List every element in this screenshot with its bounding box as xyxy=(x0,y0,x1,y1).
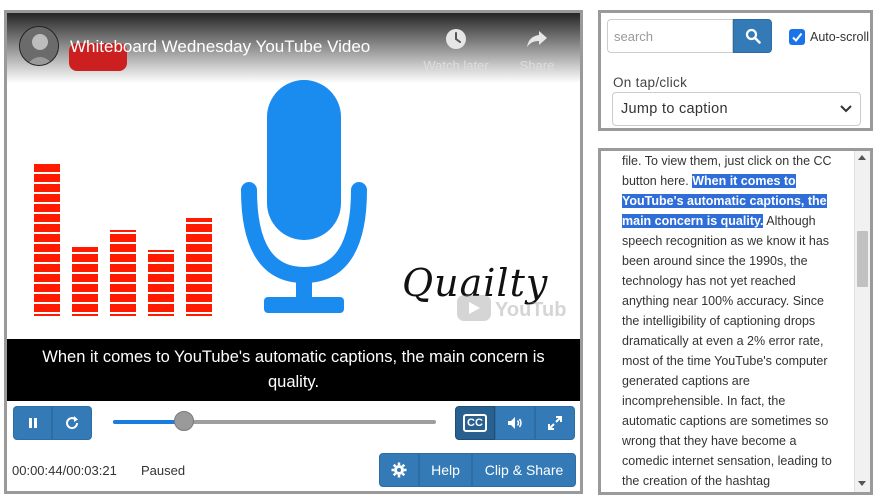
expand-icon xyxy=(548,416,562,430)
refresh-icon xyxy=(66,416,79,430)
share-button[interactable]: Share xyxy=(512,27,562,73)
clock-icon xyxy=(446,29,466,49)
autoscroll-toggle[interactable]: Auto-scroll xyxy=(789,29,869,45)
video-title[interactable]: Whiteboard Wednesday YouTube Video xyxy=(70,37,370,57)
caption-overlay: When it comes to YouTube's automatic cap… xyxy=(7,339,580,401)
transcript-search-input[interactable] xyxy=(607,19,733,53)
player-controls: CC 00:00:44/00:03:21 Paused Help Clip & … xyxy=(7,404,580,487)
cc-icon: CC xyxy=(463,414,487,432)
scroll-down-arrow-icon[interactable] xyxy=(858,481,866,486)
checkmark-icon xyxy=(792,32,803,43)
playback-status: Paused xyxy=(141,463,186,478)
volume-icon xyxy=(508,417,522,429)
transcript-search-panel: Auto-scroll On tap/click Jump to caption xyxy=(598,10,873,131)
scrollbar-thumb[interactable] xyxy=(857,231,868,287)
pause-button[interactable] xyxy=(13,406,52,440)
volume-button[interactable] xyxy=(495,406,535,440)
microphone-icon xyxy=(241,80,367,313)
tap-action-selected-value: Jump to caption xyxy=(621,101,728,117)
autoscroll-label: Auto-scroll xyxy=(810,30,870,44)
clip-share-button[interactable]: Clip & Share xyxy=(472,453,576,487)
video-frame[interactable]: Quailty YouTube Whiteboard Wednesday You… xyxy=(7,13,580,339)
help-button[interactable]: Help xyxy=(419,453,472,487)
eq-bar-stripes xyxy=(34,164,214,316)
fullscreen-button[interactable] xyxy=(535,406,575,440)
search-icon xyxy=(745,28,761,44)
scroll-up-arrow-icon[interactable] xyxy=(858,155,866,160)
share-label: Share xyxy=(519,58,555,73)
chevron-down-icon xyxy=(840,105,852,113)
settings-button[interactable] xyxy=(379,453,419,487)
playback-button-group xyxy=(13,406,92,440)
watch-later-label: Watch later xyxy=(423,58,489,73)
search-button[interactable] xyxy=(733,19,772,53)
youtube-watermark-icon: YouTube xyxy=(457,295,567,321)
autoscroll-checkbox[interactable] xyxy=(789,29,805,45)
captions-toggle-button[interactable]: CC xyxy=(455,406,495,440)
watch-later-button[interactable]: Watch later xyxy=(417,27,495,73)
transcript-segment-after[interactable]: Although speech recognition as we know i… xyxy=(622,214,832,488)
time-display: 00:00:44/00:03:21 xyxy=(12,463,117,478)
pause-icon xyxy=(28,418,37,428)
interactive-transcript[interactable]: file. To view them, just click on the CC… xyxy=(598,148,873,495)
tap-action-select[interactable]: Jump to caption xyxy=(612,92,861,126)
tap-action-label: On tap/click xyxy=(613,75,688,90)
share-arrow-icon xyxy=(527,31,547,47)
media-player: Quailty YouTube Whiteboard Wednesday You… xyxy=(4,10,583,494)
svg-text:YouTube: YouTube xyxy=(495,299,567,321)
transcript-scrollbar[interactable] xyxy=(854,151,870,492)
restart-button[interactable] xyxy=(52,406,92,440)
transcript-text: file. To view them, just click on the CC… xyxy=(622,151,837,491)
gear-icon xyxy=(391,462,407,478)
seek-handle[interactable] xyxy=(174,411,195,431)
seek-slider[interactable] xyxy=(113,411,436,431)
